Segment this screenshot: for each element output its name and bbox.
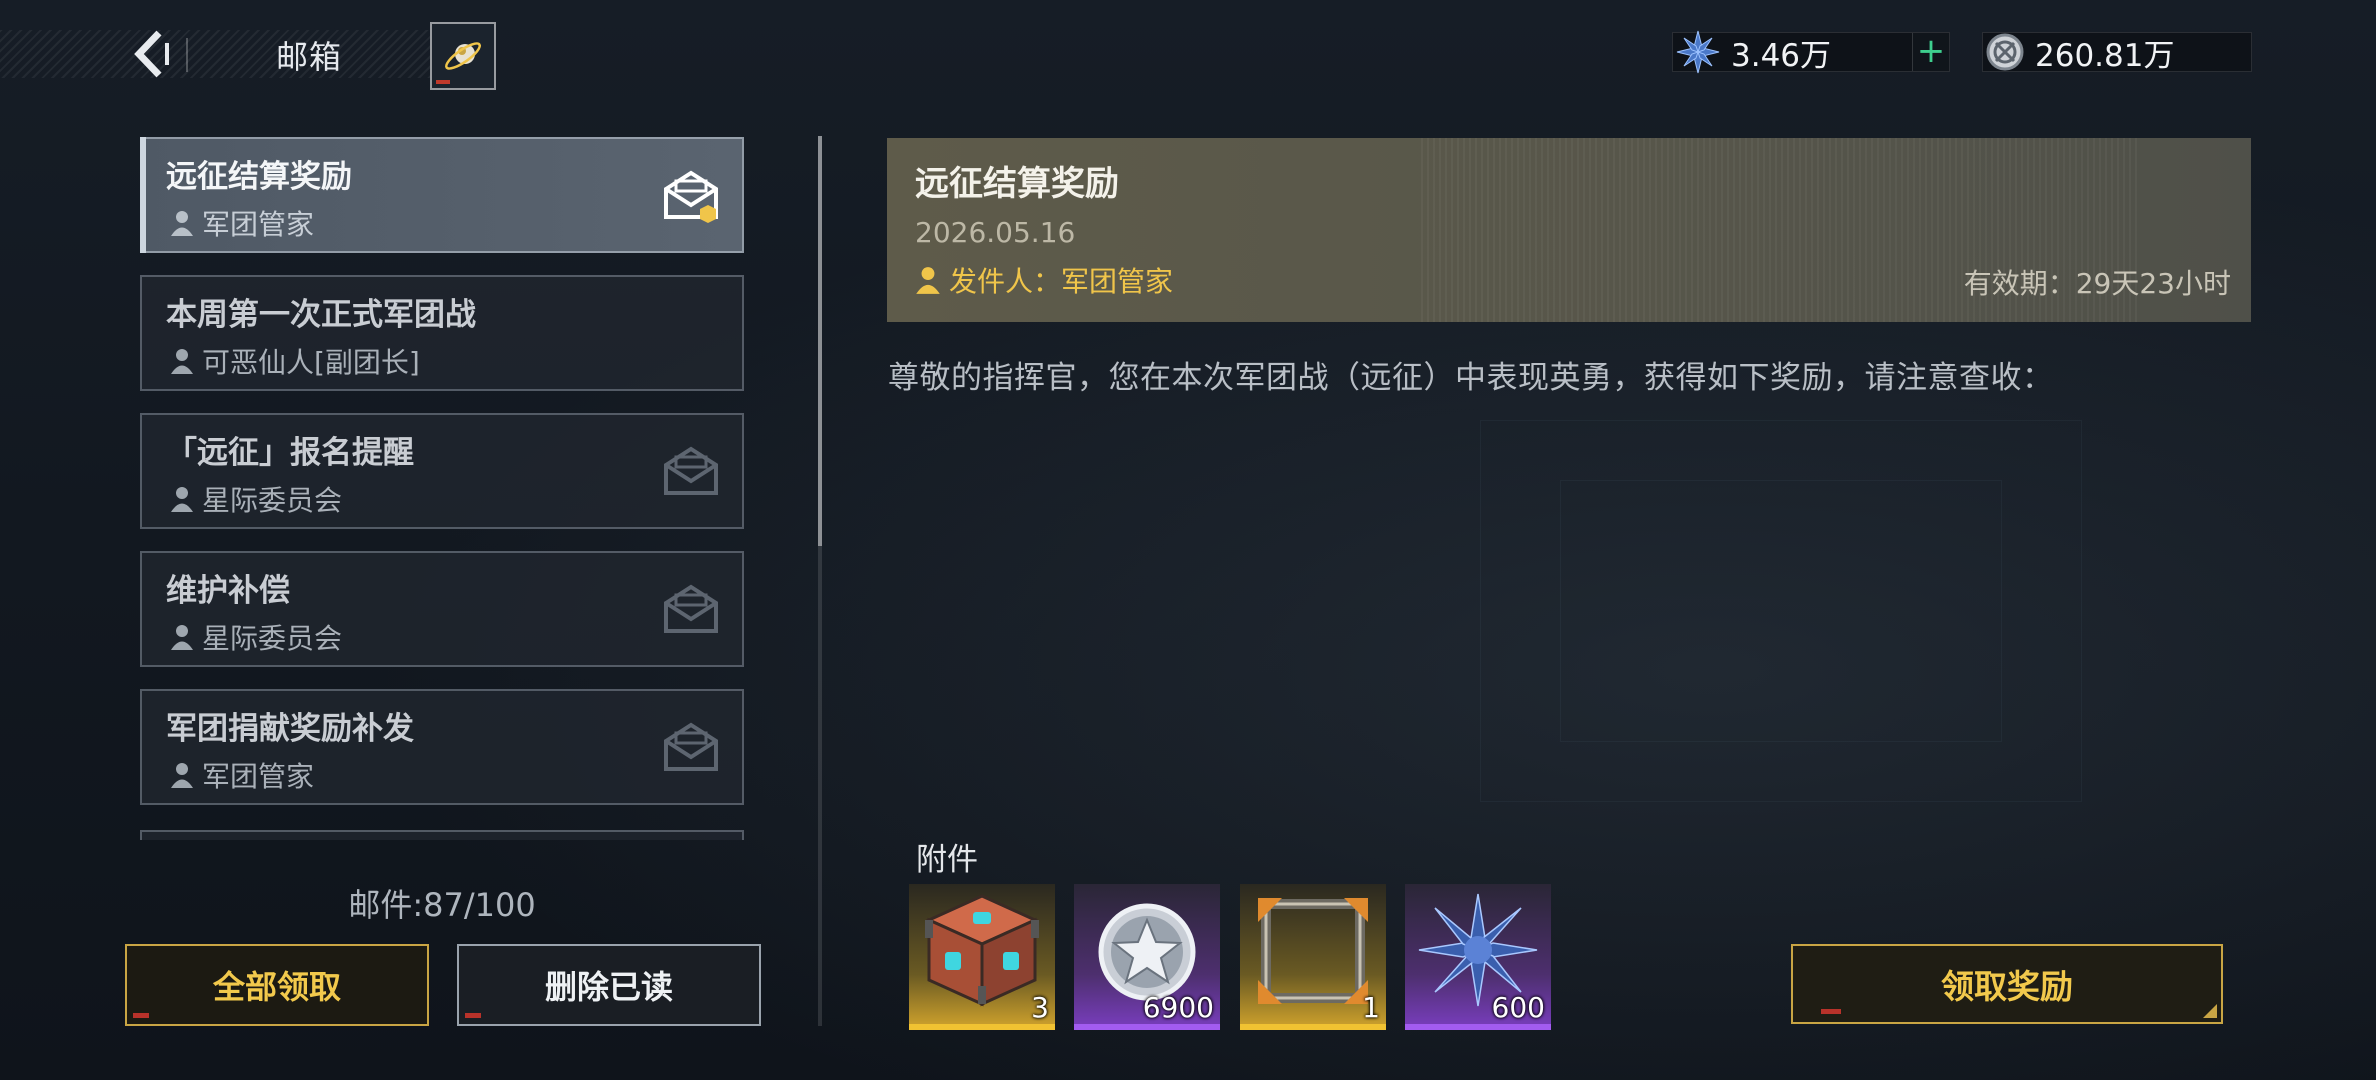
mail-count: 邮件:87/100 [348,886,536,924]
delete-read-button[interactable]: 删除已读 [457,944,761,1026]
coin-amount: 260.81万 [2035,37,2175,74]
mail-list-item[interactable]: 远征结算奖励 军团管家 [140,137,744,253]
claim-all-label: 全部领取 [212,968,341,1006]
person-icon [171,211,193,236]
envelope-open-icon [664,584,718,633]
attachments-label: 附件 [916,842,978,878]
supply-crate-icon [925,894,1039,1007]
person-icon [171,625,193,650]
silver-coin-icon [1986,33,2024,71]
attachment-quantity: 6900 [1142,991,1214,1024]
envelope-open-icon [664,446,718,495]
claim-reward-button[interactable]: 领取奖励 [1791,944,2223,1024]
mail-list-item[interactable]: 维护补偿 星际委员会 [140,551,744,667]
background-panel [1560,480,2002,742]
mail-list-scroll-thumb[interactable] [818,136,822,546]
blue-crystal-icon [1676,30,1720,74]
mail-list-item[interactable]: 军团捐献奖励补发 军团管家 [140,689,744,805]
person-icon [171,763,193,788]
person-icon [171,487,193,512]
mail-item-sender-name: 军团管家 [202,208,315,241]
currency-coin: 260.81万 [1982,32,2252,74]
attachment-quantity: 600 [1491,991,1545,1024]
mail-detail-body: 尊敬的指挥官，您在本次军团战（远征）中表现英勇，获得如下奖励，请注意查收： [888,360,2054,396]
mail-list-item[interactable]: 本周第一次正式军团战 可恶仙人[副团长] [140,275,744,391]
header-stripe-decoration [0,30,430,78]
attachment-item[interactable]: 600 [1405,884,1551,1030]
page-title: 邮箱 [276,38,343,76]
mail-item-sender: 军团管家 [170,755,314,795]
mail-detail-date: 2026.05.16 [915,216,1076,249]
mail-detail-sender-text: 发件人：军团管家 [949,265,1174,298]
mail-list-item[interactable]: 「远征」报名提醒 星际委员会 [140,413,744,529]
delete-read-label: 删除已读 [544,968,673,1006]
envelope-open-icon [664,722,718,771]
mail-list-item-partial[interactable] [140,830,744,840]
mail-item-sender: 星际委员会 [170,617,342,657]
attachment-item[interactable]: 3 [909,884,1055,1030]
attachment-quantity: 3 [1031,991,1049,1024]
planet-icon [445,42,481,70]
mail-item-title: 军团捐献奖励补发 [166,711,414,747]
attachment-item[interactable]: 6900 [1074,884,1220,1030]
crystal-amount: 3.46万 [1731,37,1832,74]
back-button[interactable] [125,26,177,82]
planet-button[interactable] [430,22,496,90]
mail-item-sender-name: 星际委员会 [202,484,343,517]
attachment-quantity: 1 [1362,991,1380,1024]
mail-detail-sender: 发件人：军团管家 [915,260,1173,300]
mail-item-sender: 军团管家 [170,203,314,243]
person-icon [171,349,193,374]
envelope-attachment-icon [664,170,718,223]
mail-item-sender-name: 星际委员会 [202,622,343,655]
add-crystal-button[interactable]: + [1912,33,1949,71]
mail-item-title: 本周第一次正式军团战 [166,297,476,333]
mail-detail-title: 远征结算奖励 [915,164,1119,204]
header-divider [186,38,188,72]
claim-all-button[interactable]: 全部领取 [125,944,429,1026]
claim-reward-label: 领取奖励 [1941,967,2073,1006]
mail-detail-header: 远征结算奖励 2026.05.16 发件人：军团管家 有效期：29天23小时 [887,138,2251,322]
mail-detail-expiry: 有效期：29天23小时 [1963,267,2231,300]
chevron-left-icon [134,30,169,78]
mail-item-sender-name: 可恶仙人[副团长] [202,346,420,379]
currency-crystal: 3.46万 + [1672,30,1950,74]
mail-item-title: 「远征」报名提醒 [166,435,414,471]
attachment-item[interactable]: 1 [1240,884,1386,1030]
mail-item-sender-name: 军团管家 [202,760,315,793]
mail-item-title: 维护补偿 [166,573,290,609]
mail-item-title: 远征结算奖励 [166,159,352,195]
mail-item-sender: 星际委员会 [170,479,342,519]
person-icon [916,267,940,294]
avatar-frame-icon [1258,898,1368,1004]
mail-item-sender: 可恶仙人[副团长] [170,341,420,381]
